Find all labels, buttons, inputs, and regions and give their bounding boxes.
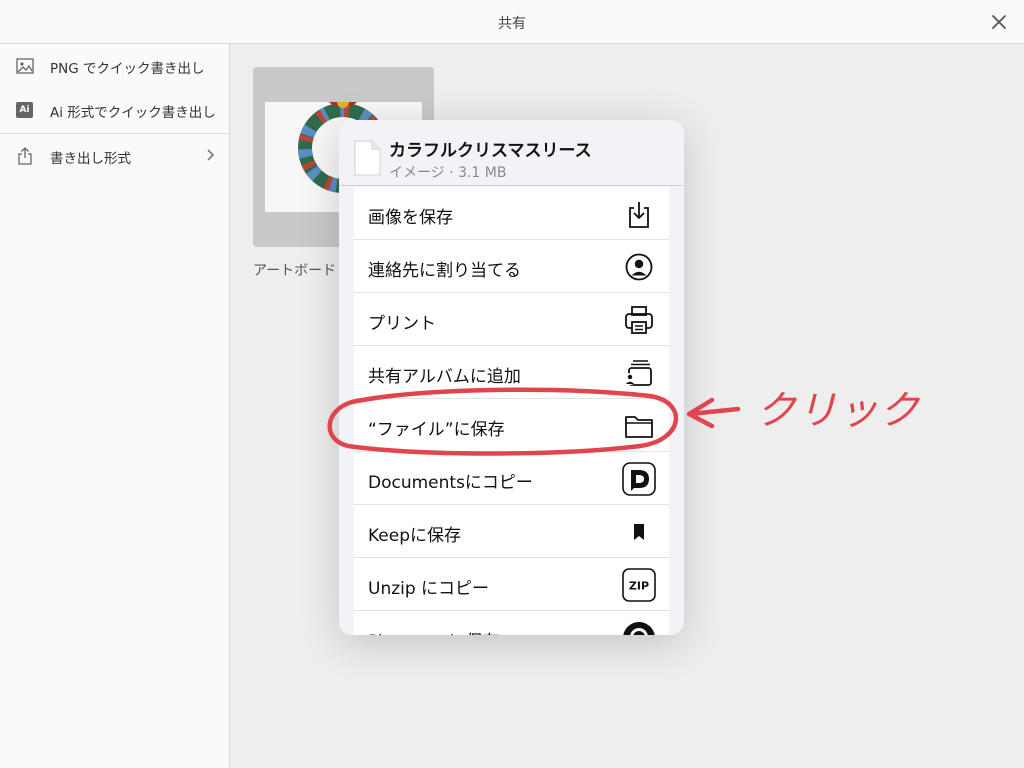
sidebar-item-ai-export[interactable]: Ai Ai 形式でクイック書き出し bbox=[0, 88, 229, 132]
page-title: 共有 bbox=[498, 16, 526, 32]
share-sheet-title: カラフルクリスマスリース bbox=[389, 141, 592, 161]
zip-icon: ZIP bbox=[622, 568, 656, 602]
contact-icon bbox=[625, 253, 653, 281]
action-label: “ファイル”に保存 bbox=[368, 420, 505, 440]
pinterest-icon bbox=[623, 622, 655, 635]
action-label: 連絡先に割り当てる bbox=[368, 261, 521, 281]
action-assign-contact[interactable]: 連絡先に割り当てる bbox=[354, 240, 669, 293]
sidebar-item-label: 書き出し形式 bbox=[50, 151, 131, 167]
action-save-image[interactable]: 画像を保存 bbox=[354, 187, 669, 240]
action-copy-to-documents[interactable]: Documentsにコピー bbox=[354, 452, 669, 505]
ai-badge-icon: Ai bbox=[16, 102, 33, 118]
sidebar-item-label: Ai 形式でクイック書き出し bbox=[50, 105, 216, 121]
artboard-caption: アートボード bbox=[253, 263, 337, 279]
action-label: プリント bbox=[368, 314, 436, 334]
action-print[interactable]: プリント bbox=[354, 293, 669, 346]
action-save-to-files[interactable]: “ファイル”に保存 bbox=[354, 399, 669, 452]
chevron-right-icon bbox=[207, 149, 215, 161]
action-label: Documentsにコピー bbox=[368, 473, 533, 493]
header-bar: 共有 bbox=[0, 0, 1024, 44]
image-icon bbox=[16, 58, 34, 74]
share-actions-list: 画像を保存 連絡先に割り当てる プリント 共有アルバムに追加 “ファイル”に保存… bbox=[354, 187, 669, 635]
documents-app-icon bbox=[622, 462, 656, 496]
share-icon bbox=[18, 147, 32, 165]
shared-album-icon bbox=[624, 360, 652, 386]
annotation-text: クリック bbox=[756, 388, 920, 434]
action-label: Pinterest に保存 bbox=[368, 627, 500, 635]
sidebar-item-export-format[interactable]: 書き出し形式 bbox=[0, 134, 229, 178]
sidebar-item-label: PNG でクイック書き出し bbox=[50, 61, 205, 77]
action-label: 共有アルバムに追加 bbox=[368, 367, 521, 387]
close-icon[interactable] bbox=[988, 11, 1010, 33]
save-image-icon bbox=[629, 202, 649, 228]
action-label: Unzip にコピー bbox=[368, 579, 490, 599]
action-copy-to-unzip[interactable]: Unzip にコピー ZIP bbox=[354, 558, 669, 611]
folder-icon bbox=[625, 416, 653, 438]
sidebar: PNG でクイック書き出し Ai Ai 形式でクイック書き出し 書き出し形式 bbox=[0, 44, 230, 768]
action-add-shared-album[interactable]: 共有アルバムに追加 bbox=[354, 346, 669, 399]
action-save-to-pinterest[interactable]: Pinterest に保存 bbox=[354, 611, 669, 635]
document-icon bbox=[354, 140, 381, 176]
share-sheet-header: カラフルクリスマスリース イメージ · 3.1 MB bbox=[339, 120, 684, 186]
printer-icon bbox=[625, 306, 653, 334]
share-sheet-subtitle: イメージ · 3.1 MB bbox=[389, 165, 507, 181]
action-label: Keepに保存 bbox=[368, 526, 462, 546]
share-sheet: カラフルクリスマスリース イメージ · 3.1 MB 画像を保存 連絡先に割り当… bbox=[339, 120, 684, 635]
action-label: 画像を保存 bbox=[368, 208, 453, 228]
zip-icon-text: ZIP bbox=[629, 580, 649, 593]
action-save-to-keep[interactable]: Keepに保存 bbox=[354, 505, 669, 558]
bookmark-icon bbox=[634, 524, 644, 540]
sidebar-item-png-export[interactable]: PNG でクイック書き出し bbox=[0, 44, 229, 88]
